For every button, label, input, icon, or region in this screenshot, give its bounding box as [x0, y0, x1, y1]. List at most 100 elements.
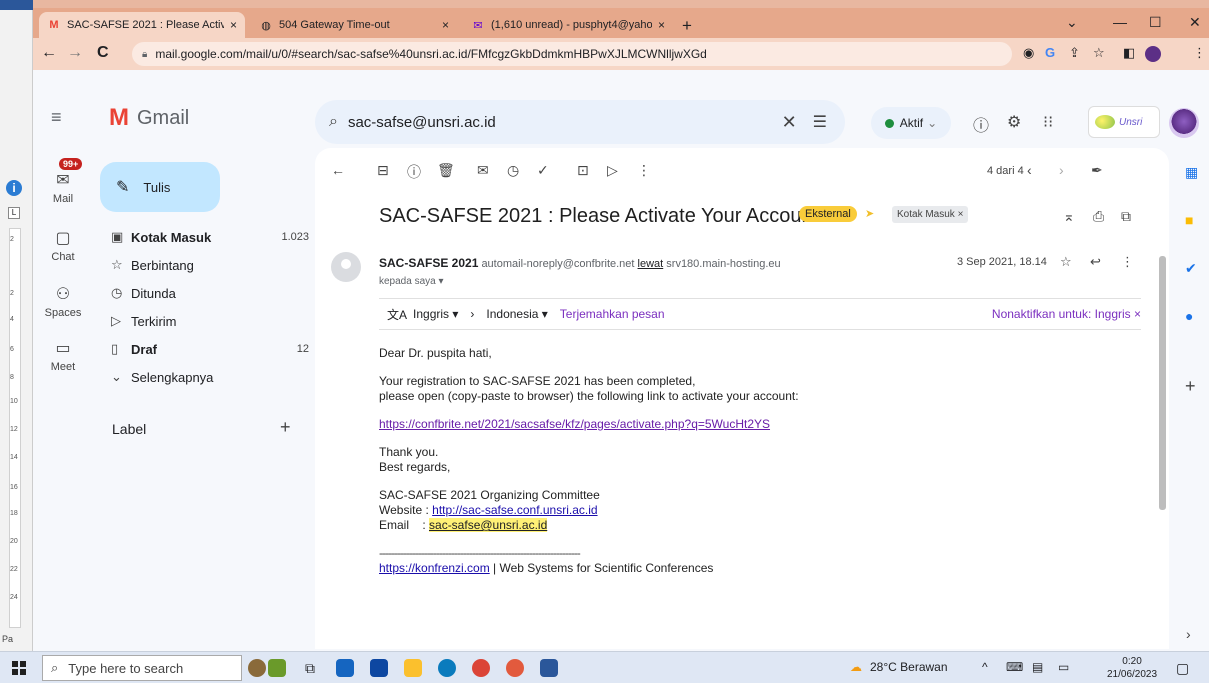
gmail-logo[interactable]: M Gmail: [109, 104, 189, 132]
archive-icon[interactable]: ⊟: [377, 162, 389, 179]
contacts-icon[interactable]: ●: [1185, 308, 1193, 324]
star-icon[interactable]: ☆: [1060, 254, 1072, 270]
back-button[interactable]: ←: [41, 44, 57, 62]
bird-widget-icon[interactable]: [248, 659, 266, 677]
reply-icon[interactable]: ↩: [1090, 254, 1101, 270]
bookmark-star-icon[interactable]: ☆: [1093, 45, 1105, 61]
search-input[interactable]: sac-safse@unsri.ac.id: [348, 114, 782, 131]
website-link[interactable]: http://sac-safse.conf.unsri.ac.id: [432, 503, 597, 517]
file-explorer-icon[interactable]: [404, 659, 422, 677]
close-tab-icon[interactable]: ×: [442, 18, 449, 32]
minimize-button[interactable]: —: [1113, 14, 1127, 30]
add-addon-icon[interactable]: +: [1185, 376, 1196, 397]
address-bar[interactable]: 🔒︎ mail.google.com/mail/u/0/#search/sac-…: [132, 42, 1012, 66]
disable-translation-link[interactable]: Nonaktifkan untuk: Inggris ×: [992, 307, 1141, 321]
system-clock[interactable]: 0:20 21/06/2023: [1107, 655, 1157, 681]
back-to-list-icon[interactable]: ←: [331, 162, 345, 178]
search-icon[interactable]: ⌕: [329, 113, 338, 131]
nav-item-drafts[interactable]: ▯ Draf 12: [103, 336, 309, 362]
close-window-button[interactable]: ✕: [1189, 14, 1201, 31]
task-view-icon[interactable]: ⧉: [305, 660, 315, 677]
open-new-window-icon[interactable]: ⧉: [1121, 208, 1131, 225]
more-options-icon[interactable]: ⋮: [1121, 254, 1134, 270]
nav-item-inbox[interactable]: ▣ Kotak Masuk 1.023: [103, 224, 309, 250]
main-menu-icon[interactable]: ≡: [51, 107, 62, 128]
workspace-logo[interactable]: Unsri: [1088, 106, 1160, 138]
keep-icon[interactable]: ■: [1185, 212, 1193, 228]
older-chevron-icon[interactable]: ›: [1059, 162, 1064, 178]
forward-button[interactable]: →: [67, 44, 83, 62]
report-spam-icon[interactable]: ⓘ: [407, 162, 421, 182]
newer-chevron-icon[interactable]: ‹: [1027, 162, 1032, 178]
close-tab-icon[interactable]: ×: [230, 18, 237, 32]
new-tab-button[interactable]: +: [682, 16, 692, 36]
notifications-icon[interactable]: ▢: [1176, 660, 1189, 677]
move-to-icon[interactable]: ⊡: [577, 162, 589, 179]
maximize-button[interactable]: ☐: [1149, 14, 1162, 31]
mail-app-icon[interactable]: [336, 659, 354, 677]
browser-tab-gateway[interactable]: ◍ 504 Gateway Time-out ×: [251, 12, 457, 38]
account-avatar[interactable]: [1169, 108, 1199, 138]
tab-selector[interactable]: L: [8, 207, 20, 219]
collapse-all-icon[interactable]: ⌅: [1063, 208, 1075, 225]
chrome-icon[interactable]: [472, 659, 490, 677]
tasks-icon[interactable]: ✔: [1185, 260, 1197, 277]
add-label-button[interactable]: +: [280, 417, 291, 438]
add-task-icon[interactable]: ✓: [537, 162, 549, 179]
print-icon[interactable]: ⎙: [1093, 208, 1104, 225]
expand-panel-icon[interactable]: ›: [1186, 626, 1191, 642]
label-icon[interactable]: ▷: [607, 162, 618, 179]
settings-gear-icon[interactable]: ⚙: [1007, 112, 1021, 132]
browser-tab-yahoo[interactable]: ✉ (1,610 unread) - pusphyt4@yaho ×: [463, 12, 673, 38]
search-bar[interactable]: ⌕ sac-safse@unsri.ac.id ✕ ☰: [315, 100, 845, 144]
windows-start-icon[interactable]: [12, 661, 26, 675]
translate-message-link[interactable]: Terjemahkan pesan: [560, 307, 665, 321]
network-icon[interactable]: ⌨: [1006, 660, 1023, 674]
email-link[interactable]: sac-safse@unsri.ac.id: [429, 518, 548, 532]
apps-grid-icon[interactable]: ⁝⁝: [1043, 112, 1053, 132]
calendar-icon[interactable]: ▦: [1185, 164, 1198, 181]
more-options-icon[interactable]: ⋮: [637, 162, 651, 179]
rail-spaces[interactable]: ⚇ Spaces: [33, 284, 93, 319]
side-panel-icon[interactable]: ◧: [1123, 45, 1135, 61]
browser-tab-gmail[interactable]: M SAC-SAFSE 2021 : Please Activate ×: [39, 12, 245, 38]
compose-button[interactable]: ✎ Tulis: [100, 162, 220, 212]
source-language-dropdown[interactable]: Inggris ▾: [413, 307, 458, 321]
delete-icon[interactable]: 🗑︎: [437, 162, 455, 179]
word-icon[interactable]: [540, 659, 558, 677]
edge-icon[interactable]: [438, 659, 456, 677]
nav-item-sent[interactable]: ▷ Terkirim: [103, 308, 309, 334]
target-language-dropdown[interactable]: Indonesia ▾: [486, 307, 547, 321]
extension-icon[interactable]: ◉: [1023, 45, 1034, 61]
share-icon[interactable]: ⇪: [1069, 45, 1080, 61]
rail-mail[interactable]: ✉ Mail: [33, 170, 93, 205]
tab-search-icon[interactable]: ⌄: [1066, 14, 1078, 31]
reload-button[interactable]: C: [97, 44, 109, 62]
input-tools-icon[interactable]: ✒: [1091, 162, 1103, 179]
activation-link[interactable]: https://confbrite.net/2021/sacsafse/kfz/…: [379, 417, 770, 431]
sender-name[interactable]: SAC-SAFSE 2021: [379, 256, 478, 270]
konfrenzi-link[interactable]: https://konfrenzi.com: [379, 561, 490, 575]
inbox-label-chip[interactable]: Kotak Masuk ×: [892, 206, 969, 223]
rail-meet[interactable]: ▭ Meet: [33, 338, 93, 373]
tray-chevron-icon[interactable]: ^: [982, 660, 988, 674]
clear-search-icon[interactable]: ✕: [782, 112, 797, 133]
chrome-profile-icon[interactable]: [506, 659, 524, 677]
battery-icon[interactable]: ▭: [1058, 660, 1069, 674]
store-icon[interactable]: [370, 659, 388, 677]
menu-kebab-icon[interactable]: ⋮: [1193, 45, 1206, 61]
mark-unread-icon[interactable]: ✉: [477, 162, 489, 179]
via-link[interactable]: lewat: [638, 258, 664, 270]
close-tab-icon[interactable]: ×: [658, 18, 665, 32]
help-icon[interactable]: ⓘ: [973, 112, 989, 136]
search-options-icon[interactable]: ☰: [813, 112, 827, 132]
nav-item-starred[interactable]: ☆ Berbintang: [103, 252, 309, 278]
nav-item-more[interactable]: ⌄ Selengkapnya: [103, 364, 309, 390]
recipient-dropdown[interactable]: kepada saya ▾: [379, 276, 444, 287]
nav-item-snoozed[interactable]: ◷ Ditunda: [103, 280, 309, 306]
keyboard-icon[interactable]: ▤: [1032, 660, 1043, 674]
status-selector[interactable]: Aktif ⌄: [871, 107, 951, 139]
profile-avatar[interactable]: [1145, 46, 1161, 62]
info-icon[interactable]: i: [6, 180, 22, 196]
snooze-icon[interactable]: ◷: [507, 162, 519, 179]
